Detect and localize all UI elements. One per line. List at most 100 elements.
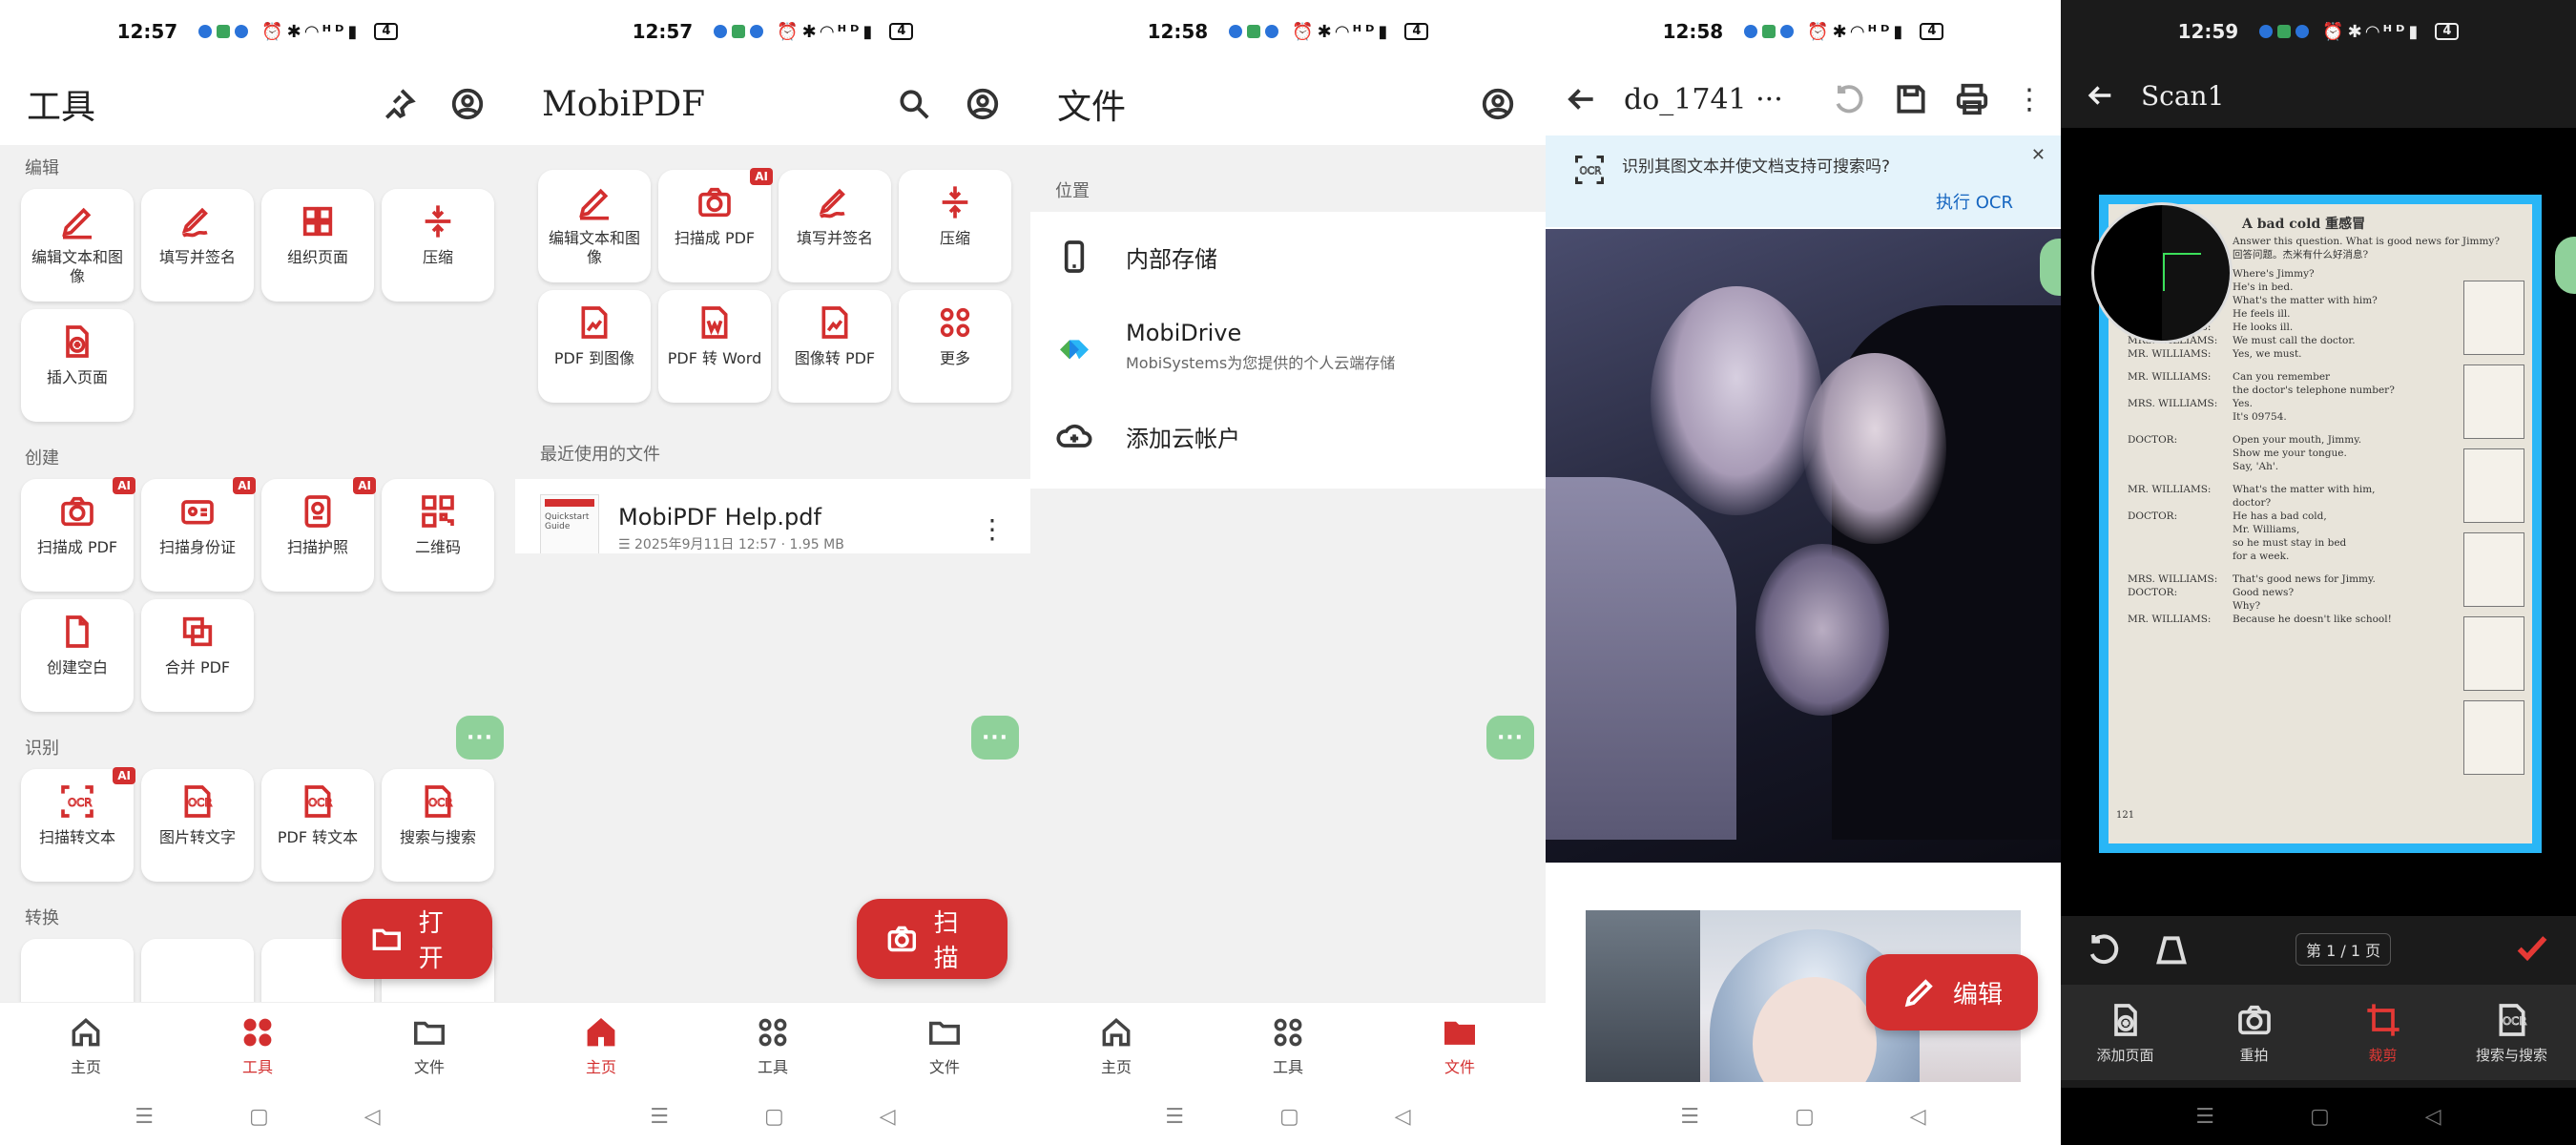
back-icon[interactable]: ◁ — [1910, 1105, 1926, 1129]
run-ocr-button[interactable]: 执行 OCR — [1936, 189, 2013, 214]
tile-edit-text-image[interactable]: 编辑文本和图像 — [21, 189, 134, 302]
ai-badge: AI — [750, 168, 773, 185]
floating-more-button[interactable]: ··· — [456, 716, 504, 760]
open-fab[interactable]: 打开 — [342, 899, 492, 979]
tile-fill-sign[interactable]: 填写并签名 — [141, 189, 254, 302]
add-cloud-account[interactable]: 添加云帐户 — [1030, 391, 1546, 481]
rotate-icon[interactable] — [2086, 930, 2124, 968]
tile-scan-to-pdf[interactable]: AI 扫描成 PDF — [658, 168, 773, 282]
nav-home[interactable]: 主页 — [544, 1014, 658, 1077]
back-arrow-icon[interactable] — [2084, 79, 2116, 112]
back-icon[interactable]: ◁ — [364, 1105, 381, 1129]
account-icon[interactable] — [962, 83, 1004, 125]
more-vert-icon[interactable]: ⋮ — [979, 513, 1006, 545]
menu-icon[interactable]: ☰ — [1165, 1105, 1184, 1129]
tile-insert-page[interactable]: 插入页面 — [21, 309, 134, 422]
tile-scan-id-card[interactable]: AI 扫描身份证 — [141, 477, 256, 592]
tile-fill-sign[interactable]: 填写并签名 — [779, 170, 891, 282]
tile-image-to-text[interactable]: OCR 图片转文字 — [141, 769, 254, 882]
tile-scan-to-text[interactable]: AI OCR 扫描转文本 — [21, 767, 135, 882]
page-line: so he must stay in bed — [2233, 537, 2347, 549]
tile-more[interactable]: 更多 — [899, 290, 1011, 403]
tile-scan-passport[interactable]: AI 扫描护照 — [261, 477, 376, 592]
battery-icon: 4 — [1404, 23, 1429, 40]
pin-icon[interactable] — [378, 83, 420, 125]
home-square-icon[interactable]: ▢ — [1279, 1105, 1299, 1129]
tile-searchable[interactable]: OCR 搜索与搜索 — [382, 769, 494, 882]
tile-convert-1[interactable] — [21, 939, 134, 1002]
open-fab-label: 打开 — [418, 909, 444, 973]
tile-scan-to-pdf[interactable]: AI 扫描成 PDF — [21, 477, 135, 592]
more-vert-icon[interactable]: ⋮ — [2015, 83, 2044, 116]
tile-pdf-to-text[interactable]: OCR PDF 转文本 — [261, 769, 374, 882]
menu-icon[interactable]: ☰ — [2195, 1105, 2214, 1129]
menu-icon[interactable]: ☰ — [1680, 1105, 1699, 1129]
location-mobidrive[interactable]: MobiDrive MobiSystems为您提供的个人云端存储 — [1030, 302, 1546, 391]
page-line: What's the matter with him? — [2233, 295, 2378, 306]
file-meta: ☰ 2025年9月11日 12:57 · 1.95 MB — [618, 537, 844, 552]
nav-files[interactable]: 文件 — [887, 1014, 1002, 1077]
tile-compress[interactable]: 压缩 — [382, 189, 494, 302]
nav-home[interactable]: 主页 — [1059, 1014, 1174, 1077]
tile-pdf-to-image[interactable]: PDF 到图像 — [538, 290, 651, 403]
menu-icon[interactable]: ☰ — [135, 1105, 154, 1129]
print-icon[interactable] — [1954, 81, 1990, 117]
tile-label: 合并 PDF — [164, 658, 231, 677]
home-square-icon[interactable]: ▢ — [1795, 1105, 1815, 1129]
nav-tools[interactable]: 工具 — [716, 1014, 830, 1077]
account-icon[interactable] — [447, 83, 488, 125]
app-bar: 文件 — [1030, 63, 1546, 145]
tile-qr-code[interactable]: 二维码 — [382, 479, 494, 592]
back-icon[interactable]: ◁ — [880, 1105, 896, 1129]
floating-more-button[interactable]: ··· — [971, 716, 1019, 760]
nav-home[interactable]: 主页 — [29, 1014, 143, 1077]
bottom-nav: 主页 工具 文件 — [0, 1002, 515, 1088]
camera-icon — [698, 187, 731, 218]
tile-pdf-to-word[interactable]: PDF 转 Word — [658, 290, 771, 403]
confirm-icon[interactable] — [2513, 928, 2551, 970]
back-icon[interactable]: ◁ — [2425, 1105, 2441, 1129]
nav-tools[interactable]: 工具 — [200, 1014, 315, 1077]
compress-icon — [425, 205, 451, 238]
edit-fab[interactable]: 编辑 — [1866, 954, 2038, 1030]
side-handle[interactable] — [2555, 237, 2576, 294]
search-icon[interactable] — [893, 83, 935, 125]
system-icons: ⏰✱◠ᴴᴰ▮ — [2322, 21, 2422, 42]
undo-icon[interactable] — [1832, 81, 1868, 117]
scan-toolbar: Scan1 — [2061, 63, 2576, 128]
account-icon[interactable] — [1477, 83, 1519, 125]
tile-image-to-pdf[interactable]: 图像转 PDF — [779, 290, 891, 403]
nav-files[interactable]: 文件 — [372, 1014, 487, 1077]
ocr-button[interactable]: OCR 搜索与搜索 — [2450, 1001, 2574, 1065]
nav-tools[interactable]: 工具 — [1231, 1014, 1345, 1077]
tile-convert-2[interactable] — [141, 939, 254, 1002]
menu-icon[interactable]: ☰ — [650, 1105, 669, 1129]
tile-edit-text-image[interactable]: 编辑文本和图像 — [538, 170, 651, 282]
notification-icons — [198, 25, 249, 38]
tile-compress[interactable]: 压缩 — [899, 170, 1011, 282]
tile-merge-pdf[interactable]: 合并 PDF — [141, 599, 254, 712]
add-page-button[interactable]: 添加页面 — [2064, 1001, 2188, 1065]
perspective-icon[interactable] — [2152, 930, 2191, 968]
floating-more-button[interactable]: ··· — [1486, 716, 1534, 760]
tile-organize-pages[interactable]: 组织页面 — [261, 189, 374, 302]
status-bar: 12:59 ⏰✱◠ᴴᴰ▮ 4 — [2061, 0, 2576, 63]
home-square-icon[interactable]: ▢ — [764, 1105, 784, 1129]
home-square-icon[interactable]: ▢ — [2310, 1105, 2330, 1129]
save-icon[interactable] — [1893, 81, 1929, 117]
home-square-icon[interactable]: ▢ — [249, 1105, 269, 1129]
page-line: Because he doesn't like school! — [2233, 614, 2392, 625]
retake-button[interactable]: 重拍 — [2192, 1001, 2316, 1065]
back-arrow-icon[interactable] — [1563, 81, 1599, 117]
back-icon[interactable]: ◁ — [1395, 1105, 1411, 1129]
scan-fab[interactable]: 扫描 — [857, 899, 1008, 979]
system-icons: ⏰✱◠ᴴᴰ▮ — [777, 21, 877, 42]
tile-label: 搜索与搜索 — [399, 828, 476, 846]
close-icon[interactable]: ✕ — [2031, 145, 2046, 165]
grid-icon — [302, 206, 333, 237]
crop-button[interactable]: 裁剪 — [2321, 1001, 2445, 1065]
location-internal-storage[interactable]: 内部存储 — [1030, 212, 1546, 302]
side-handle[interactable] — [2040, 239, 2061, 296]
tile-create-blank[interactable]: 创建空白 — [21, 599, 134, 712]
nav-files[interactable]: 文件 — [1402, 1014, 1517, 1077]
